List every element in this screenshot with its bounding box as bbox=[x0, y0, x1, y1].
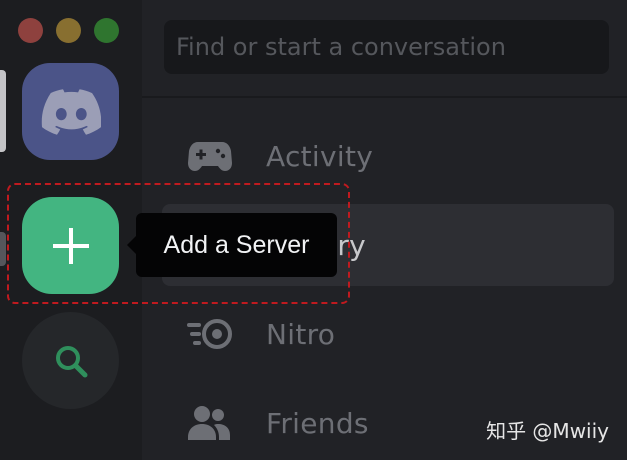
nav-label-activity: Activity bbox=[266, 139, 374, 173]
friends-icon bbox=[186, 399, 234, 447]
selected-server-indicator bbox=[0, 70, 6, 152]
close-window-button[interactable] bbox=[18, 18, 43, 43]
nav-item-nitro[interactable]: Nitro bbox=[162, 293, 614, 375]
tooltip-text: Add a Server bbox=[163, 230, 310, 259]
discord-app-window: Find or start a conversation Activity Li… bbox=[0, 0, 627, 460]
add-server-tooltip: Add a Server bbox=[127, 213, 337, 277]
gamepad-icon bbox=[186, 132, 234, 180]
nav-label-friends: Friends bbox=[266, 406, 369, 440]
discord-logo-icon bbox=[41, 88, 101, 135]
zoom-window-button[interactable] bbox=[94, 18, 119, 43]
watermark: 知乎 @Mwiiy bbox=[486, 419, 609, 443]
nav-item-activity[interactable]: Activity bbox=[162, 115, 614, 197]
home-button[interactable] bbox=[22, 63, 119, 160]
header-divider bbox=[142, 96, 627, 98]
nav-label-nitro: Nitro bbox=[266, 317, 336, 351]
explore-servers-button[interactable] bbox=[22, 312, 119, 409]
add-server-button[interactable] bbox=[22, 197, 119, 294]
conversation-search-input[interactable]: Find or start a conversation bbox=[164, 20, 609, 74]
search-icon bbox=[55, 345, 87, 377]
plus-icon bbox=[52, 227, 89, 264]
nitro-icon bbox=[186, 310, 234, 358]
window-controls bbox=[18, 18, 119, 43]
search-placeholder: Find or start a conversation bbox=[176, 33, 506, 61]
minimize-window-button[interactable] bbox=[56, 18, 81, 43]
hover-server-indicator bbox=[0, 232, 6, 266]
